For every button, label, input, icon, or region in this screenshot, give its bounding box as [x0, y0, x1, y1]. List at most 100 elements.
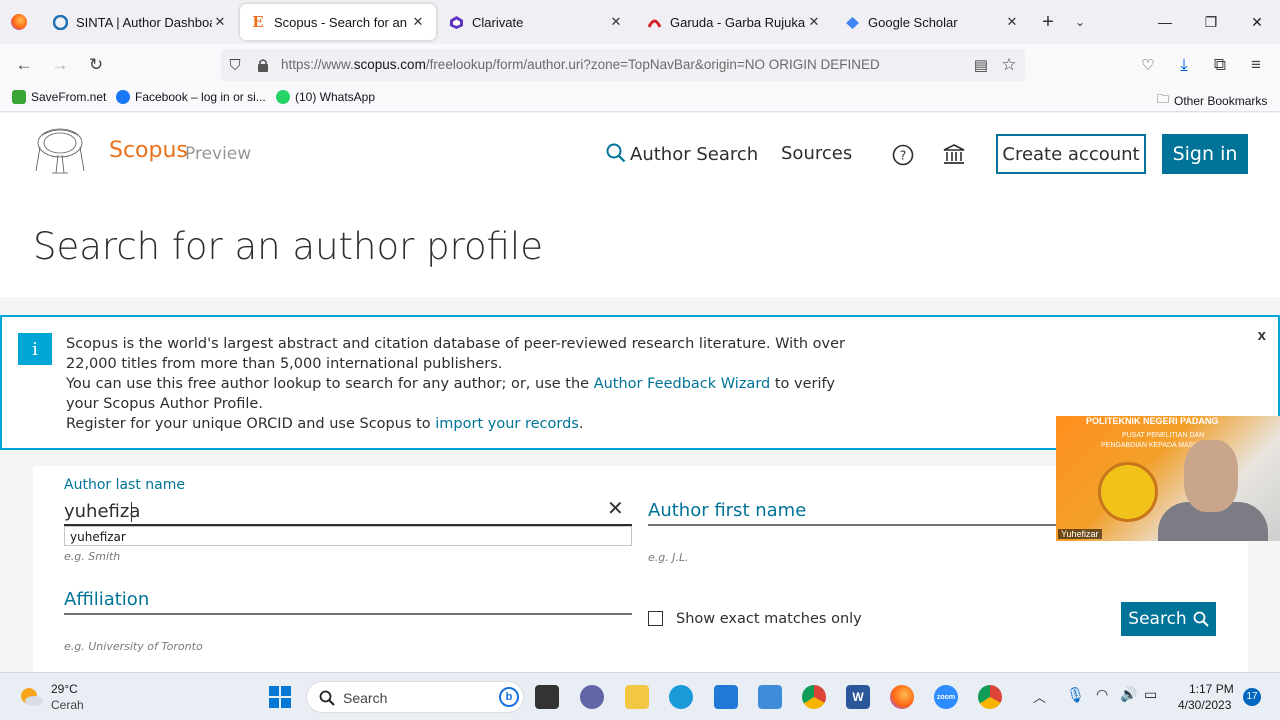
- battery-icon[interactable]: ▭: [1144, 686, 1157, 703]
- weather-condition[interactable]: Cerah: [51, 698, 84, 712]
- exact-matches-label[interactable]: Show exact matches only: [676, 611, 862, 627]
- tab-label: Google Scholar: [868, 14, 958, 30]
- scopus-header: Scopus Preview Author Search Sources ? C…: [0, 113, 1280, 199]
- url-text[interactable]: https://www.scopus.com/freelookup/form/a…: [281, 57, 880, 72]
- clock-time[interactable]: 1:17 PM: [1189, 682, 1234, 696]
- tab-garuda[interactable]: Garuda - Garba Rujukan D ✕: [636, 4, 832, 40]
- file-explorer-icon[interactable]: [625, 685, 649, 709]
- last-name-input[interactable]: yuhefiza: [64, 501, 140, 522]
- tab-sinta[interactable]: SINTA | Author Dashboard ✕: [42, 4, 238, 40]
- info-icon: i: [18, 333, 52, 365]
- task-view-icon[interactable]: [535, 685, 559, 709]
- clarivate-icon: [448, 14, 464, 30]
- bookmark-label: (10) WhatsApp: [295, 90, 376, 104]
- pocket-icon[interactable]: ♡: [1136, 53, 1160, 77]
- sign-in-button[interactable]: Sign in: [1162, 134, 1248, 174]
- browser-tab-bar: SINTA | Author Dashboard ✕ E Scopus - Se…: [0, 0, 1280, 44]
- close-icon[interactable]: ✕: [212, 14, 228, 30]
- svg-text:?: ?: [900, 149, 906, 163]
- edge-icon[interactable]: [669, 685, 693, 709]
- chrome-icon[interactable]: [802, 685, 826, 709]
- first-name-input[interactable]: Author first name: [648, 500, 806, 521]
- exact-matches-checkbox[interactable]: [648, 611, 663, 626]
- vscode-icon[interactable]: [714, 685, 738, 709]
- tab-google-scholar[interactable]: Google Scholar ✕: [834, 4, 1030, 40]
- affiliation-input[interactable]: Affiliation: [64, 589, 149, 610]
- bing-icon: b: [499, 687, 519, 707]
- wifi-icon[interactable]: ◠: [1096, 686, 1108, 703]
- weather-icon[interactable]: [18, 684, 44, 710]
- webcam-overlay: POLITEKNIK NEGERI PADANG PUSAT PENELITIA…: [1056, 416, 1280, 541]
- word-icon[interactable]: W: [846, 685, 870, 709]
- forward-icon[interactable]: →: [48, 53, 72, 77]
- taskbar-search[interactable]: Search b: [306, 681, 524, 713]
- teams-chat-icon[interactable]: [580, 685, 604, 709]
- new-tab-icon[interactable]: +: [1032, 6, 1064, 38]
- text-cursor: [131, 502, 132, 522]
- clear-input-icon[interactable]: ✕: [607, 496, 624, 521]
- address-bar[interactable]: ⛉ https://www.scopus.com/freelookup/form…: [221, 49, 1025, 81]
- close-icon[interactable]: ✕: [1004, 14, 1020, 30]
- first-name-hint: e.g. J.L.: [648, 551, 689, 564]
- close-banner-button[interactable]: x: [1258, 327, 1266, 344]
- calculator-app-icon[interactable]: [758, 685, 782, 709]
- garuda-icon: [646, 14, 662, 30]
- lock-icon[interactable]: [251, 53, 275, 77]
- shield-icon[interactable]: ⛉: [223, 53, 247, 77]
- author-search-link[interactable]: Author Search: [606, 143, 758, 165]
- window-close-icon[interactable]: ✕: [1234, 0, 1280, 44]
- taskbar-search-label: Search: [343, 690, 388, 706]
- notification-badge[interactable]: 17: [1243, 688, 1261, 706]
- reader-view-icon[interactable]: ▤: [969, 53, 993, 77]
- microphone-icon[interactable]: 🎙: [1066, 686, 1085, 704]
- bookmark-star-icon[interactable]: ☆: [997, 53, 1021, 77]
- info-text-segment: .: [578, 416, 584, 432]
- institution-icon[interactable]: [943, 143, 965, 165]
- close-icon[interactable]: ✕: [410, 14, 426, 30]
- other-bookmarks[interactable]: 🗀 Other Bookmarks: [1157, 90, 1267, 111]
- autocomplete-suggestion[interactable]: yuhefizar: [64, 526, 632, 546]
- clock-date[interactable]: 4/30/2023: [1178, 698, 1231, 712]
- sources-link[interactable]: Sources: [781, 143, 852, 164]
- affiliation-hint: e.g. University of Toronto: [64, 640, 203, 653]
- author-feedback-wizard-link[interactable]: Author Feedback Wizard: [594, 376, 771, 392]
- tab-label: Clarivate: [472, 14, 524, 30]
- chrome-profile-icon[interactable]: [978, 685, 1002, 709]
- browser-nav-bar: ← → ↻ ⛉ https://www.scopus.com/freelooku…: [0, 44, 1280, 86]
- search-button[interactable]: Search: [1121, 602, 1216, 636]
- minimize-icon[interactable]: —: [1142, 0, 1188, 44]
- tab-scopus[interactable]: E Scopus - Search for an au ✕: [240, 4, 436, 40]
- help-icon[interactable]: ?: [892, 144, 914, 166]
- import-records-link[interactable]: import your records: [435, 416, 579, 432]
- zoom-icon[interactable]: zoom: [934, 685, 958, 709]
- create-account-button[interactable]: Create account: [996, 134, 1146, 174]
- bookmark-savefrom[interactable]: SaveFrom.net: [12, 90, 106, 104]
- weather-temp[interactable]: 29°C: [51, 682, 78, 696]
- back-icon[interactable]: ←: [12, 53, 36, 77]
- tab-label: SINTA | Author Dashboard: [76, 14, 212, 30]
- restore-icon[interactable]: ❐: [1188, 0, 1234, 44]
- bookmarks-bar: SaveFrom.net Facebook – log in or si... …: [0, 86, 1280, 112]
- bookmark-label: SaveFrom.net: [31, 90, 107, 104]
- chevron-down-icon[interactable]: ⌄: [1064, 6, 1096, 38]
- presenter-face: [1184, 440, 1238, 512]
- scopus-brand[interactable]: Scopus: [109, 138, 188, 163]
- chevron-up-icon[interactable]: ︿: [1033, 687, 1046, 706]
- tab-label: Scopus - Search for an au: [274, 14, 410, 30]
- tab-clarivate[interactable]: Clarivate ✕: [438, 4, 634, 40]
- extensions-icon[interactable]: ⧉: [1208, 53, 1232, 77]
- close-icon[interactable]: ✕: [608, 14, 624, 30]
- elsevier-tree-logo[interactable]: [32, 127, 88, 177]
- affiliation-underline: [64, 613, 632, 615]
- firefox-icon[interactable]: [11, 14, 27, 30]
- download-icon[interactable]: ⤓: [1172, 53, 1196, 77]
- windows-start-icon[interactable]: [268, 685, 292, 709]
- close-icon[interactable]: ✕: [806, 14, 822, 30]
- bookmark-facebook[interactable]: Facebook – log in or si...: [116, 90, 266, 104]
- bookmark-whatsapp[interactable]: (10) WhatsApp: [276, 90, 375, 104]
- firefox-taskbar-icon[interactable]: [890, 685, 914, 709]
- menu-icon[interactable]: ≡: [1244, 53, 1268, 77]
- info-line-3: Register for your unique ORCID and use S…: [66, 414, 866, 434]
- reload-icon[interactable]: ↻: [84, 53, 108, 77]
- speaker-icon[interactable]: 🔊: [1120, 686, 1137, 703]
